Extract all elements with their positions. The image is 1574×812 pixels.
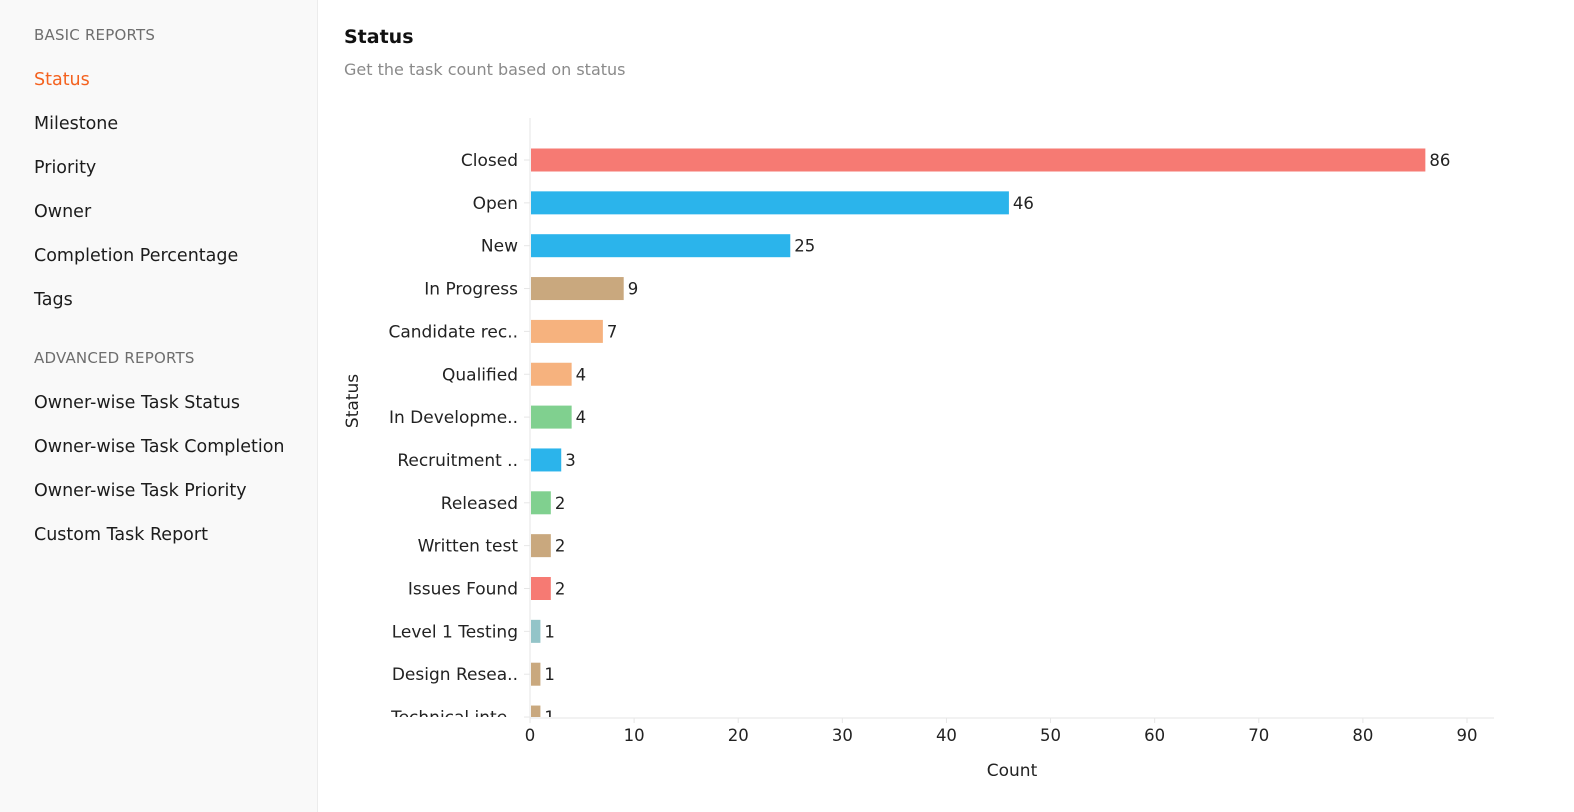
x-tick-label: 40 xyxy=(936,726,957,745)
data-label: 86 xyxy=(1429,151,1450,170)
data-label: 2 xyxy=(555,537,566,556)
data-label: 2 xyxy=(555,494,566,513)
bar[interactable] xyxy=(531,148,1426,172)
bar[interactable] xyxy=(531,534,551,558)
bar[interactable] xyxy=(531,662,541,686)
y-tick-label: Technical inte.. xyxy=(390,708,518,728)
data-label: 7 xyxy=(607,322,618,341)
bar[interactable] xyxy=(531,319,603,343)
y-axis-title: Status xyxy=(343,374,363,428)
data-label: 2 xyxy=(555,580,566,599)
x-tick-label: 80 xyxy=(1352,726,1373,745)
x-tick-label: 70 xyxy=(1248,726,1269,745)
sidebar-item-milestone[interactable]: Milestone xyxy=(34,114,118,134)
x-tick-label: 10 xyxy=(624,726,645,745)
bar[interactable] xyxy=(531,619,541,643)
basic-reports-heading: BASIC REPORTS xyxy=(34,26,156,44)
y-tick-label: In Progress xyxy=(424,280,518,300)
y-tick-label: Closed xyxy=(461,151,518,171)
bar[interactable] xyxy=(531,234,791,258)
bar[interactable] xyxy=(531,448,562,472)
sidebar-item-tags[interactable]: Tags xyxy=(34,290,73,310)
main-content: Status Get the task count based on statu… xyxy=(319,0,1574,812)
data-label: 1 xyxy=(544,622,555,641)
data-label: 25 xyxy=(794,237,815,256)
y-tick-label: Design Resea.. xyxy=(392,665,518,685)
y-tick-label: In Developme.. xyxy=(389,408,518,428)
y-tick-label: Released xyxy=(441,494,518,514)
x-tick-label: 60 xyxy=(1144,726,1165,745)
x-tick-label: 20 xyxy=(728,726,749,745)
bars: 86462597443222111 xyxy=(531,148,1450,717)
sidebar-item-completion-percentage[interactable]: Completion Percentage xyxy=(34,246,238,266)
bar[interactable] xyxy=(531,577,551,600)
sidebar-item-custom-task-report[interactable]: Custom Task Report xyxy=(34,525,208,545)
data-label: 4 xyxy=(576,365,587,384)
x-tick-label: 50 xyxy=(1040,726,1061,745)
y-tick-label: Recruitment .. xyxy=(397,451,518,471)
status-bar-chart: Closed Open New In Progress Candidate rec.. Q… xyxy=(343,118,1494,781)
y-tick-label: Level 1 Testing xyxy=(392,622,518,642)
y-tick-label: Candidate rec.. xyxy=(388,322,518,342)
x-tick-label: 90 xyxy=(1457,726,1478,745)
y-tick-label: Open xyxy=(473,194,518,214)
bar[interactable] xyxy=(531,491,551,515)
x-tick-label: 30 xyxy=(832,726,853,745)
x-axis: 0 10 20 30 40 50 60 70 80 90 xyxy=(525,717,1494,745)
data-label: 4 xyxy=(576,408,587,427)
bar[interactable] xyxy=(531,277,624,301)
data-label: 1 xyxy=(544,665,555,684)
y-tick-label: Written test xyxy=(418,537,519,557)
y-tick-label: Issues Found xyxy=(408,580,518,600)
y-axis: Closed Open New In Progress Candidate rec.. Q… xyxy=(388,118,531,728)
x-tick-label: 0 xyxy=(525,726,536,745)
advanced-reports-heading: ADVANCED REPORTS xyxy=(34,349,195,367)
sidebar-item-priority[interactable]: Priority xyxy=(34,158,96,178)
bar[interactable] xyxy=(531,191,1009,215)
sidebar-item-status[interactable]: Status xyxy=(34,70,90,90)
data-label: 46 xyxy=(1013,194,1034,213)
sidebar-item-owner-wise-task-completion[interactable]: Owner-wise Task Completion xyxy=(34,437,285,457)
y-tick-label: Qualified xyxy=(442,365,518,385)
x-axis-title: Count xyxy=(987,761,1038,781)
y-tick-label: New xyxy=(481,237,518,257)
sidebar-item-owner-wise-task-status[interactable]: Owner-wise Task Status xyxy=(34,393,240,413)
data-label: 3 xyxy=(565,451,576,470)
sidebar-item-owner-wise-task-priority[interactable]: Owner-wise Task Priority xyxy=(34,481,247,501)
data-label: 9 xyxy=(628,280,639,299)
bar[interactable] xyxy=(531,362,572,386)
sidebar: BASIC REPORTS Status Milestone Priority … xyxy=(0,0,318,812)
sidebar-item-owner[interactable]: Owner xyxy=(34,202,91,222)
bar[interactable] xyxy=(531,405,572,429)
